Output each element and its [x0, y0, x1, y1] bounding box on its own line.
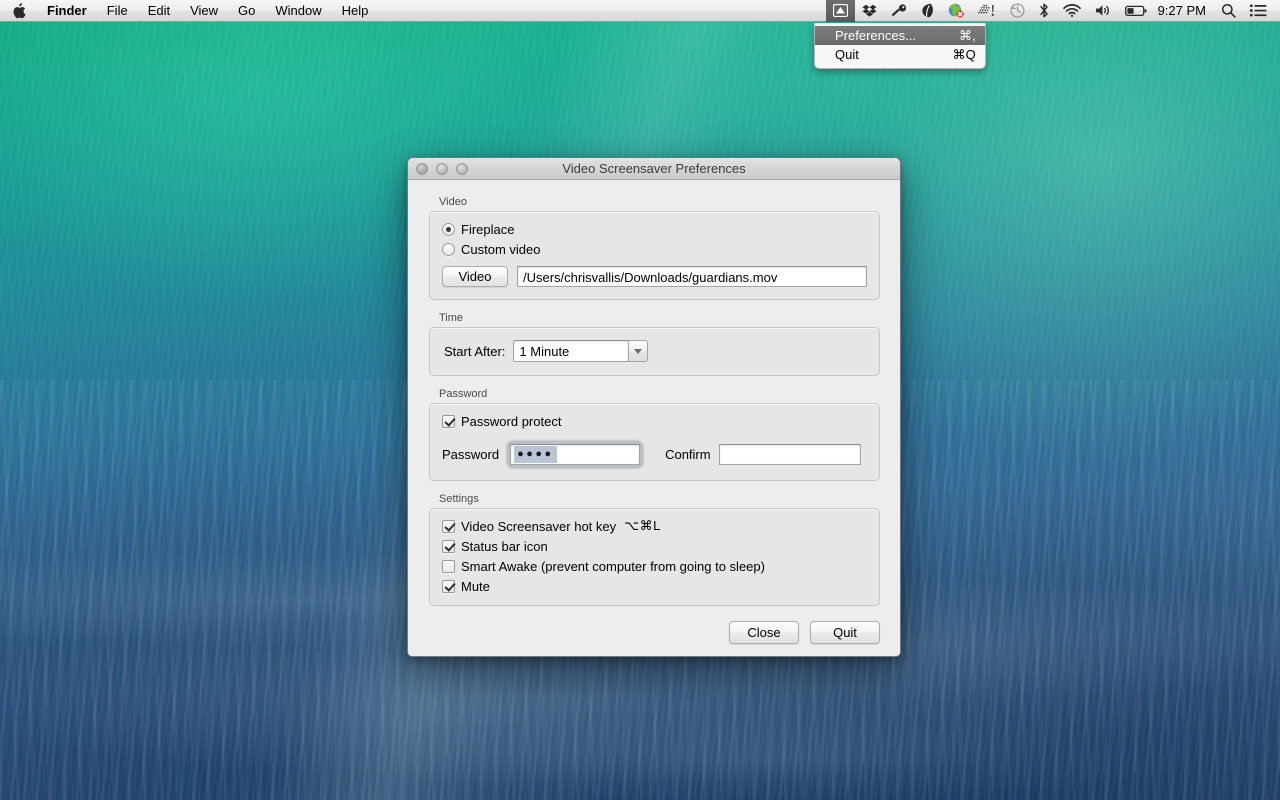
menu-item-preferences[interactable]: Preferences... ⌘,	[815, 26, 985, 45]
radio-fireplace-label: Fireplace	[461, 222, 515, 237]
checkbox-mute-label: Mute	[461, 579, 490, 594]
menu-item-help[interactable]: Help	[332, 0, 379, 22]
dialog-footer: Close Quit	[729, 621, 880, 644]
time-group-box: Start After: 1 Minute	[429, 327, 880, 376]
checkbox-password-protect[interactable]: Password protect	[442, 414, 867, 429]
checkbox-smart-awake-indicator[interactable]	[442, 560, 455, 573]
checkbox-smart-awake[interactable]: Smart Awake (prevent computer from going…	[442, 559, 867, 574]
radio-custom-video-indicator[interactable]	[442, 243, 455, 256]
video-group-title: Video	[439, 196, 467, 208]
globe-error-icon[interactable]	[941, 0, 971, 22]
checkbox-status-bar-icon-indicator[interactable]	[442, 540, 455, 553]
window-traffic-lights	[408, 162, 468, 175]
preferences-window: Video Screensaver Preferences Video Fire…	[407, 157, 901, 657]
bluetooth-icon[interactable]	[1032, 0, 1056, 22]
leaf-icon[interactable]	[914, 0, 941, 22]
flashlight-key-icon[interactable]	[884, 0, 914, 22]
checkbox-mute[interactable]: Mute	[442, 579, 867, 594]
dropbox-icon[interactable]	[855, 0, 884, 22]
password-group-box: Password protect Password ●●●● Confirm	[429, 403, 880, 481]
time-machine-icon[interactable]	[1003, 0, 1032, 22]
time-group: Time Start After: 1 Minute	[429, 312, 880, 376]
status-bar-dropdown-menu: Preferences... ⌘, Quit ⌘Q	[814, 23, 986, 69]
menu-item-edit[interactable]: Edit	[138, 0, 180, 22]
menu-item-quit[interactable]: Quit ⌘Q	[815, 45, 985, 64]
password-input[interactable]: ●●●●	[510, 444, 641, 465]
menu-item-finder[interactable]: Finder	[37, 0, 97, 22]
start-after-combobox[interactable]: 1 Minute	[513, 340, 649, 362]
start-after-value[interactable]: 1 Minute	[513, 340, 630, 362]
video-group: Video Fireplace Custom video Video /User…	[429, 196, 880, 300]
window-content: Video Fireplace Custom video Video /User…	[408, 180, 900, 656]
menu-item-view[interactable]: View	[180, 0, 228, 22]
quit-button[interactable]: Quit	[810, 621, 880, 644]
zoom-window-button[interactable]	[456, 162, 468, 175]
video-picker-row: Video /Users/chrisvallis/Downloads/guard…	[442, 266, 867, 287]
menu-item-preferences-label: Preferences...	[835, 28, 916, 43]
window-title: Video Screensaver Preferences	[562, 161, 746, 176]
menu-bar-clock[interactable]: 9:27 PM	[1154, 0, 1214, 22]
menu-item-file[interactable]: File	[97, 0, 138, 22]
menu-bar-status-area: 9:27 PM	[825, 0, 1280, 22]
password-group: Password Password protect Password ●●●● …	[429, 388, 880, 481]
confirm-label: Confirm	[665, 447, 711, 462]
password-group-title: Password	[439, 388, 488, 400]
confirm-password-input[interactable]	[718, 444, 861, 465]
radio-custom-video-label: Custom video	[461, 242, 541, 257]
video-screensaver-status-icon[interactable]	[825, 0, 855, 22]
time-group-title: Time	[439, 312, 464, 324]
search-icon[interactable]	[1214, 0, 1243, 22]
checkbox-password-protect-label: Password protect	[461, 414, 562, 429]
chevron-down-icon[interactable]	[629, 340, 649, 362]
password-label: Password	[442, 447, 500, 462]
dotted-alert-icon[interactable]	[971, 0, 1003, 22]
checkbox-status-bar-icon-label: Status bar icon	[461, 539, 548, 554]
video-browse-button[interactable]: Video	[442, 266, 508, 287]
close-button[interactable]: Close	[729, 621, 799, 644]
menu-item-go[interactable]: Go	[228, 0, 265, 22]
radio-fireplace[interactable]: Fireplace	[442, 222, 867, 237]
window-title-bar[interactable]: Video Screensaver Preferences	[408, 158, 900, 180]
menu-item-quit-label: Quit	[835, 47, 859, 62]
apple-logo-icon[interactable]	[0, 0, 37, 22]
video-path-input[interactable]: /Users/chrisvallis/Downloads/guardians.m…	[517, 266, 867, 287]
menu-bar: Finder File Edit View Go Window Help 9:2…	[0, 0, 1280, 22]
checkbox-mute-indicator[interactable]	[442, 580, 455, 593]
menu-item-preferences-shortcut: ⌘,	[958, 27, 976, 43]
password-input-value: ●●●●	[514, 446, 557, 463]
wifi-icon[interactable]	[1056, 0, 1088, 22]
hotkey-shortcut: ⌥⌘L	[624, 518, 661, 533]
settings-group: Settings Video Screensaver hot key ⌥⌘L S…	[429, 493, 880, 606]
video-group-box: Fireplace Custom video Video /Users/chri…	[429, 211, 880, 300]
close-window-button[interactable]	[416, 162, 428, 175]
battery-icon[interactable]	[1118, 0, 1154, 22]
volume-icon[interactable]	[1088, 0, 1118, 22]
checkbox-hotkey-label: Video Screensaver hot key	[461, 518, 617, 534]
checkbox-status-bar-icon[interactable]: Status bar icon	[442, 539, 867, 554]
checkbox-smart-awake-label: Smart Awake (prevent computer from going…	[461, 559, 765, 574]
menu-item-quit-shortcut: ⌘Q	[952, 46, 976, 62]
start-after-label: Start After:	[444, 343, 506, 359]
checkbox-hotkey-indicator[interactable]	[442, 519, 455, 533]
menu-bar-left: Finder File Edit View Go Window Help	[0, 0, 378, 22]
radio-custom-video[interactable]: Custom video	[442, 242, 867, 257]
notification-center-icon[interactable]	[1243, 0, 1274, 22]
settings-group-title: Settings	[439, 493, 479, 505]
settings-group-box: Video Screensaver hot key ⌥⌘L Status bar…	[429, 508, 880, 606]
password-input-focus-ring: ●●●●	[507, 441, 644, 468]
checkbox-hotkey[interactable]: Video Screensaver hot key ⌥⌘L	[442, 518, 867, 534]
checkbox-password-protect-indicator[interactable]	[442, 415, 455, 428]
radio-fireplace-indicator[interactable]	[442, 223, 455, 236]
minimize-window-button[interactable]	[436, 162, 448, 175]
menu-item-window[interactable]: Window	[265, 0, 331, 22]
password-fields-row: Password ●●●● Confirm	[442, 441, 867, 468]
